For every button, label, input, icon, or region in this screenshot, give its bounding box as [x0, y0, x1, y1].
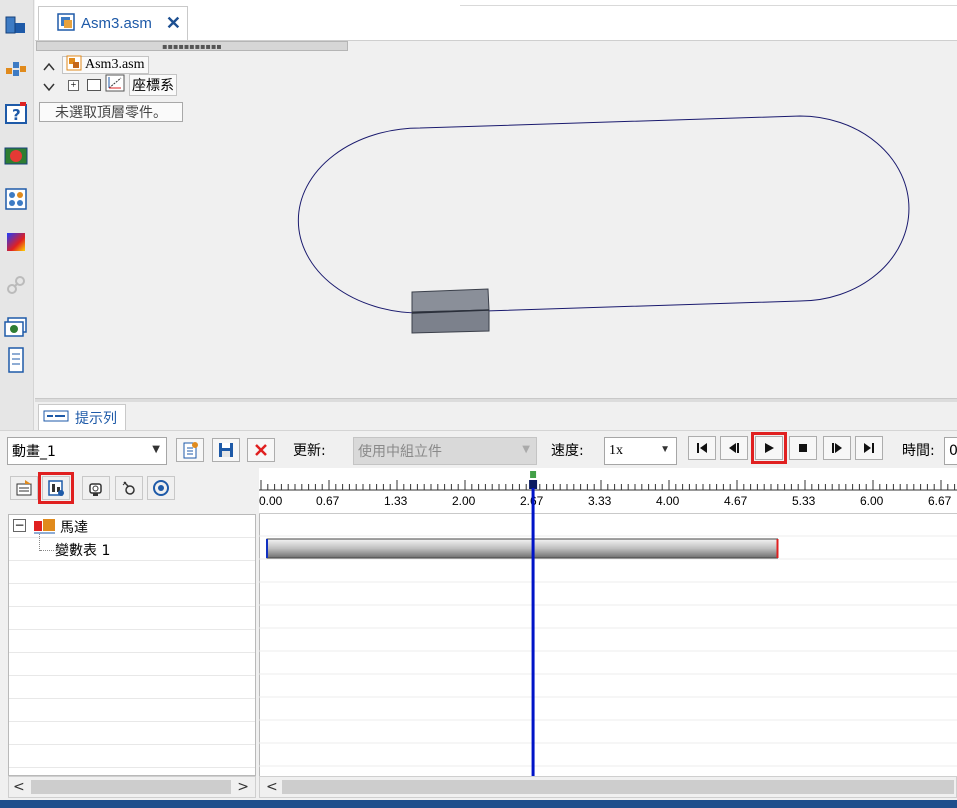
tree-connector: [39, 534, 40, 551]
camera-icon: [89, 483, 102, 496]
explode-button[interactable]: [115, 476, 143, 500]
animation-select-value: 動畫_1: [12, 444, 56, 460]
update-label: 更新:: [293, 443, 326, 459]
tree-connector: [40, 550, 54, 551]
close-icon[interactable]: ✕: [166, 13, 181, 34]
assembly-file-icon: [57, 12, 75, 35]
expand-toggle[interactable]: +: [68, 79, 79, 91]
step-back-icon: [729, 443, 739, 453]
splitter-grip[interactable]: ▪▪▪▪▪▪▪▪▪▪▪: [36, 41, 348, 51]
svg-text:?: ?: [12, 106, 21, 124]
hint-message-box: 未選取頂層零件。: [39, 102, 183, 122]
skip-start-icon: [697, 443, 707, 453]
tree-horizontal-scrollbar[interactable]: < >: [8, 776, 256, 798]
tree-root-item[interactable]: Asm3.asm: [62, 55, 149, 76]
skip-end-icon: [864, 443, 874, 453]
motor-group-icon: [33, 518, 57, 538]
timeline-horizontal-scrollbar[interactable]: <: [259, 776, 957, 798]
properties-icon: [16, 480, 32, 496]
animation-select[interactable]: 動畫_1 ▼: [7, 437, 167, 465]
scene-icon[interactable]: [3, 315, 29, 341]
assembly-icon: [66, 55, 82, 76]
report-icon[interactable]: [3, 345, 29, 375]
stop-icon: [799, 444, 807, 452]
rotate-view-icon: [153, 480, 169, 496]
scroll-left-icon[interactable]: <: [266, 779, 278, 795]
chevron-down-icon: ▼: [660, 444, 670, 455]
new-document-icon: [183, 442, 198, 459]
speed-select-value: 1x: [609, 443, 623, 458]
coordinate-system-icon: [105, 74, 125, 97]
time-field-value: 00: [949, 443, 957, 459]
step-forward-icon: [832, 443, 842, 453]
timeline-canvas: [259, 488, 957, 776]
play-icon: [765, 443, 774, 453]
motion-path: [297, 115, 910, 314]
speed-select[interactable]: 1x ▼: [604, 437, 677, 465]
visibility-checkbox[interactable]: [87, 79, 101, 91]
step-back-button[interactable]: [720, 436, 748, 460]
hint-bar-label: 提示列: [75, 410, 117, 427]
go-to-start-button[interactable]: [688, 436, 716, 460]
scroll-thumb[interactable]: [31, 780, 231, 794]
assembly-structure-icon[interactable]: [3, 57, 29, 83]
document-tab-title: Asm3.asm: [81, 15, 152, 32]
new-animation-button[interactable]: [176, 438, 204, 462]
delete-animation-button[interactable]: [247, 438, 275, 462]
chevron-down-icon: ▼: [522, 444, 530, 455]
scroll-right-icon[interactable]: >: [237, 779, 249, 795]
tree-child-label: 座標系: [129, 74, 177, 96]
link-icon[interactable]: [3, 272, 29, 298]
time-field[interactable]: 00: [944, 437, 957, 465]
collapse-toggle[interactable]: −: [13, 519, 26, 532]
display-button[interactable]: [147, 476, 175, 500]
explode-icon: [122, 481, 135, 495]
motor-save-button[interactable]: [38, 472, 74, 504]
layers-icon[interactable]: [3, 186, 29, 212]
window-bottom-border: [0, 800, 957, 808]
list-item[interactable]: 變數表 1: [55, 540, 110, 560]
animation-properties-button[interactable]: [10, 476, 38, 500]
update-select-value: 使用中組立件: [358, 444, 442, 460]
animation-tree-list[interactable]: − 馬達 變數表 1: [8, 514, 256, 776]
motor-icon: [48, 480, 64, 496]
tree-root-label: Asm3.asm: [85, 57, 145, 72]
library-icon[interactable]: [3, 12, 29, 38]
delete-icon: [255, 444, 267, 456]
left-vertical-toolbar: ?: [0, 0, 34, 430]
scroll-thumb[interactable]: [282, 780, 954, 794]
step-forward-button[interactable]: [823, 436, 851, 460]
play-button[interactable]: [751, 432, 787, 464]
motor-block-part: [411, 288, 490, 334]
color-palette-icon[interactable]: [3, 229, 29, 255]
hint-bar-icon: [43, 409, 69, 427]
hint-bar-tab[interactable]: 提示列: [38, 404, 126, 430]
stop-button[interactable]: [789, 436, 817, 460]
expand-down-icon[interactable]: [42, 78, 56, 96]
hint-bar: [35, 402, 957, 430]
collapse-up-icon[interactable]: [42, 58, 56, 76]
display-settings-icon[interactable]: [3, 143, 29, 169]
go-to-end-button[interactable]: [855, 436, 883, 460]
scroll-left-icon[interactable]: <: [13, 779, 25, 795]
time-label: 時間:: [902, 443, 935, 459]
save-animation-button[interactable]: [212, 438, 240, 462]
document-tab[interactable]: Asm3.asm ✕: [38, 6, 188, 40]
list-item[interactable]: 馬達: [60, 517, 88, 537]
chevron-down-icon: ▼: [152, 444, 160, 455]
help-icon[interactable]: ?: [3, 100, 29, 126]
update-select[interactable]: 使用中組立件 ▼: [353, 437, 537, 465]
tree-child-item[interactable]: + 座標系: [68, 74, 177, 97]
animation-clip: [266, 538, 778, 559]
camera-button[interactable]: [82, 476, 110, 500]
save-icon: [219, 443, 233, 457]
speed-label: 速度:: [551, 443, 584, 459]
